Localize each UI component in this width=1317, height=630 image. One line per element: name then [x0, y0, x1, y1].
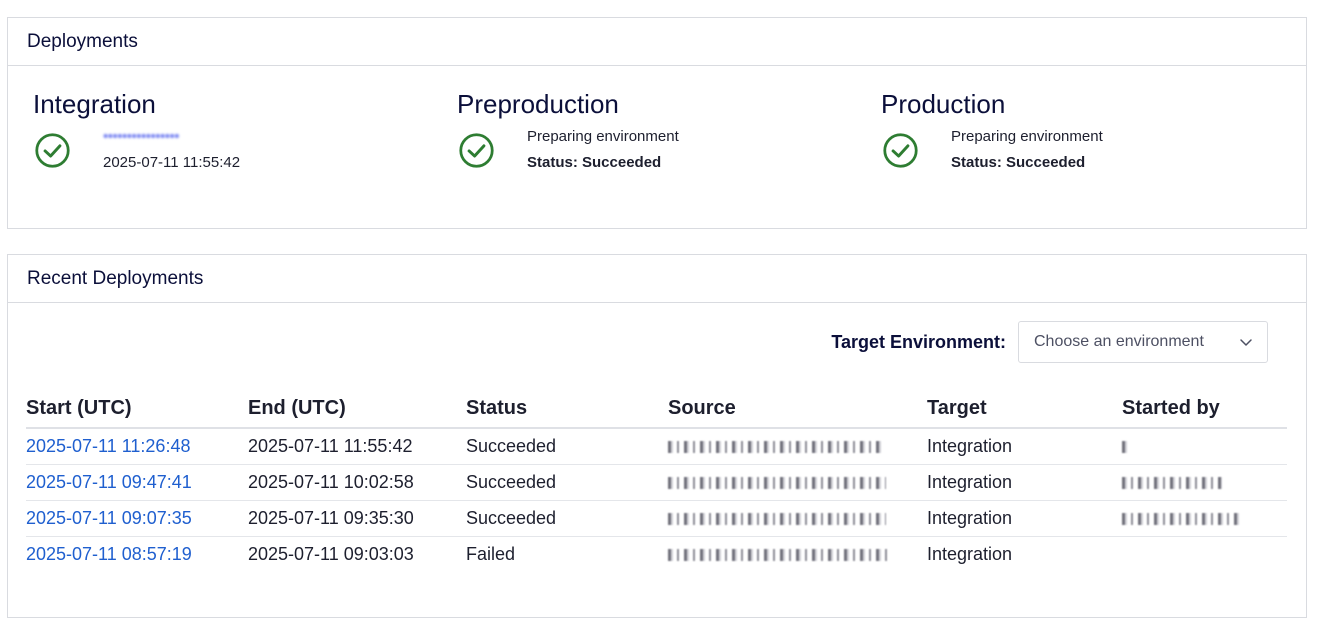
- status-cell: Succeeded: [466, 500, 668, 537]
- target-environment-placeholder: Choose an environment: [1034, 333, 1204, 350]
- table-row: 2025-07-11 09:47:41 2025-07-11 10:02:58 …: [26, 464, 1287, 501]
- source-cell-redacted: [668, 500, 927, 537]
- started-by-cell-redacted: [1122, 464, 1287, 501]
- check-circle-icon: [35, 133, 70, 168]
- recent-deployments-header: Recent Deployments: [8, 255, 1306, 303]
- deployments-title: Deployments: [27, 30, 138, 52]
- env-title: Integration: [33, 89, 156, 119]
- table-row: 2025-07-11 08:57:19 2025-07-11 09:03:03 …: [26, 536, 1287, 572]
- env-step: Preparing environment: [527, 128, 679, 145]
- chevron-down-icon: [1240, 339, 1252, 346]
- target-cell: Integration: [927, 500, 1122, 537]
- column-header-target[interactable]: Target: [927, 390, 1122, 429]
- column-header-started-by[interactable]: Started by: [1122, 390, 1287, 429]
- env-title: Production: [881, 89, 1006, 119]
- check-circle-icon: [883, 133, 918, 168]
- start-time-link[interactable]: 2025-07-11 09:47:41: [26, 464, 248, 501]
- recent-deployments-table: Start (UTC) End (UTC) Status Source Targ…: [26, 390, 1287, 572]
- start-time-link[interactable]: 2025-07-11 08:57:19: [26, 536, 248, 572]
- end-time: 2025-07-11 10:02:58: [248, 464, 466, 501]
- env-step: Preparing environment: [951, 128, 1103, 145]
- started-by-cell-redacted: [1122, 428, 1287, 465]
- table-row: 2025-07-11 11:26:48 2025-07-11 11:55:42 …: [26, 428, 1287, 465]
- start-time-link[interactable]: 2025-07-11 11:26:48: [26, 428, 248, 465]
- target-cell: Integration: [927, 464, 1122, 501]
- end-time: 2025-07-11 09:35:30: [248, 500, 466, 537]
- target-environment-filter: Target Environment: Choose an environmen…: [831, 321, 1268, 363]
- source-cell-redacted: [668, 428, 927, 465]
- status-cell: Failed: [466, 543, 516, 564]
- check-circle-icon: [459, 133, 494, 168]
- column-header-source[interactable]: Source: [668, 390, 927, 429]
- env-detail-redacted: ••••••••••••••••: [103, 128, 180, 145]
- end-time: 2025-07-11 09:03:03: [248, 543, 414, 564]
- start-time-link[interactable]: 2025-07-11 09:07:35: [26, 500, 248, 537]
- started-by-cell-redacted: [1122, 536, 1287, 572]
- target-cell: Integration: [927, 543, 1013, 564]
- env-status: Status: Succeeded: [951, 154, 1086, 171]
- deployments-header: Deployments: [8, 18, 1306, 66]
- status-cell: Succeeded: [466, 428, 668, 465]
- source-cell-redacted: [668, 464, 927, 501]
- target-cell: Integration: [927, 428, 1122, 465]
- source-cell-redacted: [668, 536, 927, 572]
- column-header-end[interactable]: End (UTC): [248, 390, 466, 429]
- column-header-start[interactable]: Start (UTC): [26, 390, 248, 429]
- target-environment-label: Target Environment:: [831, 331, 1006, 352]
- status-cell: Succeeded: [466, 464, 668, 501]
- end-time: 2025-07-11 11:55:42: [248, 428, 466, 465]
- recent-deployments-title: Recent Deployments: [27, 267, 204, 289]
- column-header-status[interactable]: Status: [466, 390, 668, 429]
- target-environment-select[interactable]: Choose an environment: [1018, 321, 1268, 363]
- env-card-production: Production Preparing environment Status:…: [881, 88, 1241, 171]
- env-timestamp: 2025-07-11 11:55:42: [103, 154, 241, 171]
- table-row: 2025-07-11 09:07:35 2025-07-11 09:35:30 …: [26, 500, 1287, 537]
- deployments-panel: Deployments: [7, 17, 1307, 229]
- env-card-preproduction: Preproduction Preparing environment Stat…: [457, 88, 817, 171]
- table-header-row: Start (UTC) End (UTC) Status Source Targ…: [26, 390, 1287, 429]
- started-by-cell-redacted: [1122, 500, 1287, 537]
- env-status: Status: Succeeded: [527, 154, 662, 171]
- env-title: Preproduction: [457, 89, 619, 119]
- env-card-integration: Integration •••••••••••••••• 2025-07-11 …: [33, 88, 393, 171]
